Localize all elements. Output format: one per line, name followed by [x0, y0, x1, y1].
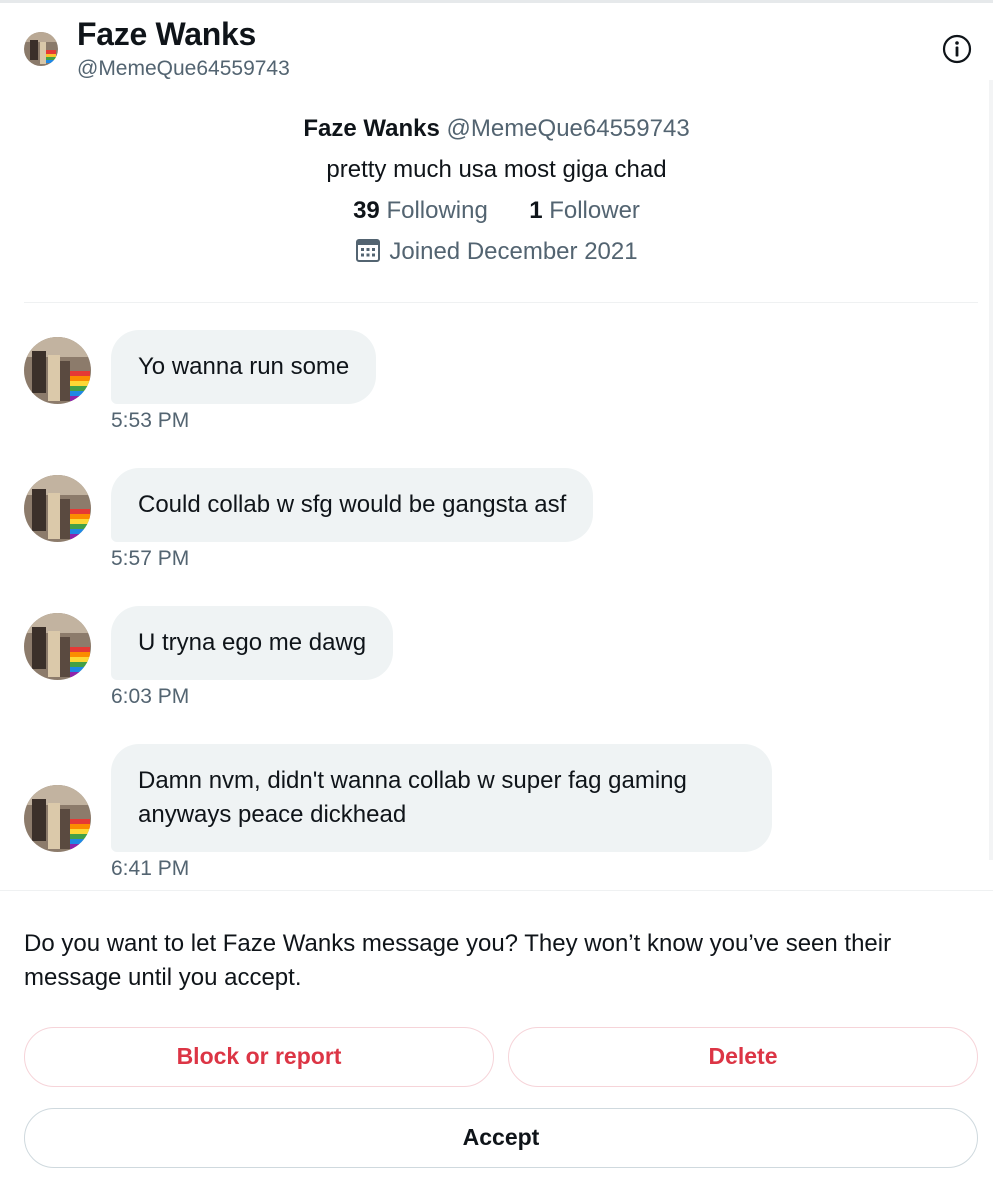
info-icon[interactable] — [942, 34, 972, 64]
following-count: 39 — [353, 197, 380, 224]
message-time: 6:41 PM — [111, 857, 190, 880]
message-bubble[interactable]: U tryna ego me dawg — [111, 606, 394, 680]
joined-date: Joined December 2021 — [389, 238, 638, 265]
accept-button[interactable]: Accept — [24, 1108, 978, 1168]
message-request-prompt: Do you want to let Faze Wanks message yo… — [24, 930, 892, 991]
message-bubble[interactable]: Yo wanna run some — [111, 330, 377, 404]
sender-avatar[interactable] — [24, 785, 91, 852]
conversation-handle: @MemeQue64559743 — [77, 57, 290, 80]
sender-avatar[interactable] — [24, 475, 91, 542]
follower-label: Follower — [549, 197, 640, 224]
message-bubble[interactable]: Damn nvm, didn't wanna collab w super fa… — [111, 744, 772, 852]
follower-count: 1 — [529, 197, 543, 224]
request-divider — [0, 890, 993, 891]
profile-name[interactable]: Faze Wanks — [303, 115, 440, 142]
profile-summary: Faze Wanks @MemeQue64559743 pretty much … — [0, 112, 993, 276]
sender-avatar[interactable] — [24, 337, 91, 404]
profile-name-row: Faze Wanks @MemeQue64559743 — [0, 112, 993, 153]
following-link[interactable]: 39 Following — [353, 197, 494, 224]
calendar-icon — [355, 237, 381, 273]
profile-handle[interactable]: @MemeQue64559743 — [446, 115, 689, 142]
profile-bio: pretty much usa most giga chad — [326, 156, 667, 183]
message-bubble[interactable]: Could collab w sfg would be gangsta asf — [111, 468, 594, 542]
following-label: Following — [386, 197, 488, 224]
message-time: 5:53 PM — [111, 409, 190, 432]
sender-avatar[interactable] — [24, 613, 91, 680]
conversation-title: Faze Wanks — [77, 16, 256, 52]
message-time: 5:57 PM — [111, 547, 190, 570]
conversation-header: Faze Wanks @MemeQue64559743 — [0, 0, 993, 100]
message-time: 6:03 PM — [111, 685, 190, 708]
block-or-report-button[interactable]: Block or report — [24, 1027, 494, 1087]
profile-divider — [24, 302, 978, 303]
header-avatar[interactable] — [24, 32, 58, 66]
profile-joined: Joined December 2021 — [0, 235, 993, 276]
followers-link[interactable]: 1 Follower — [529, 197, 640, 224]
delete-button[interactable]: Delete — [508, 1027, 978, 1087]
profile-stats: 39 Following 1 Follower — [0, 194, 993, 235]
